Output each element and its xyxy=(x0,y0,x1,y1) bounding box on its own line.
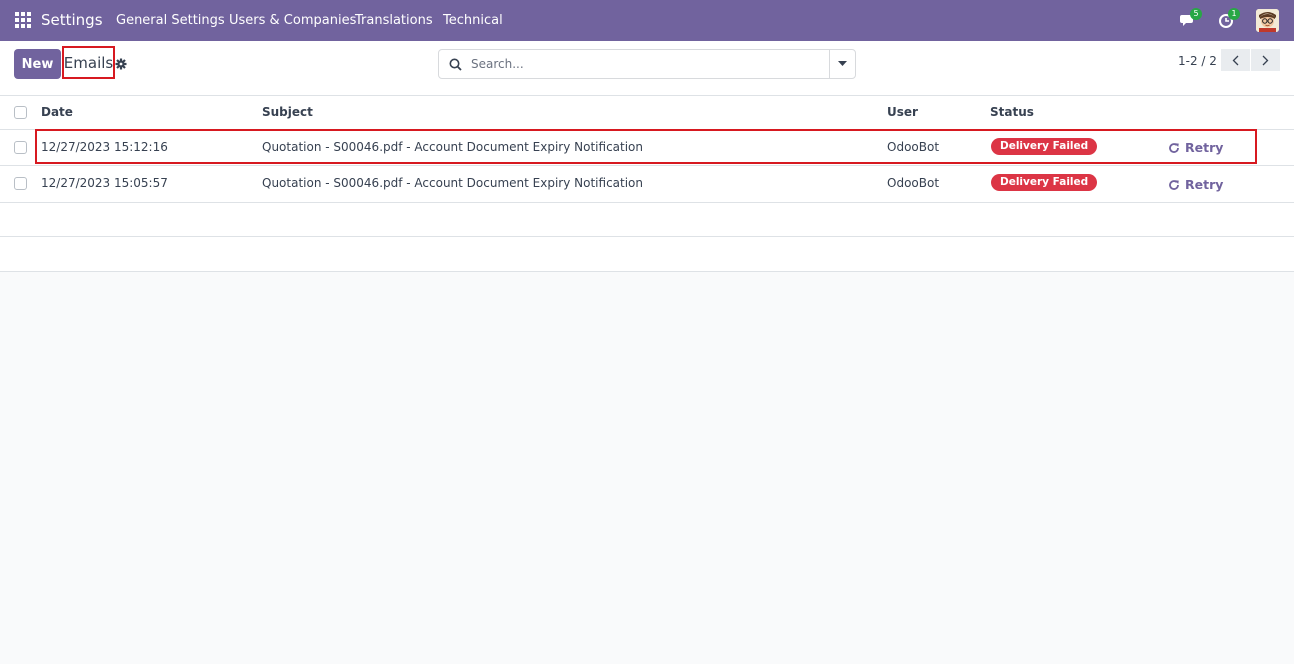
column-header-user[interactable]: User xyxy=(887,105,918,119)
apps-grid-icon[interactable] xyxy=(15,12,31,28)
search-bar xyxy=(438,49,830,79)
top-navbar: Settings General Settings Users & Compan… xyxy=(0,0,1294,41)
table-row[interactable]: 12/27/2023 15:12:16 Quotation - S00046.p… xyxy=(0,130,1294,166)
row-user: OdooBot xyxy=(887,176,940,190)
refresh-icon xyxy=(1169,179,1179,190)
empty-row xyxy=(0,237,1294,272)
retry-label: Retry xyxy=(1185,140,1224,155)
app-name[interactable]: Settings xyxy=(41,11,103,29)
search-icon xyxy=(449,58,462,71)
pager-value[interactable]: 1-2 / 2 xyxy=(1178,54,1217,68)
user-avatar[interactable] xyxy=(1256,9,1279,32)
gear-icon[interactable] xyxy=(115,58,127,70)
table-row[interactable]: 12/27/2023 15:05:57 Quotation - S00046.p… xyxy=(0,166,1294,203)
empty-row xyxy=(0,203,1294,237)
activities-button[interactable]: 1 xyxy=(1218,8,1240,29)
menu-users-companies[interactable]: Users & Companies xyxy=(229,13,356,28)
pager-next-button[interactable] xyxy=(1251,49,1280,71)
refresh-icon xyxy=(1169,142,1179,153)
row-subject: Quotation - S00046.pdf - Account Documen… xyxy=(262,176,644,190)
breadcrumb-emails: Emails xyxy=(62,46,115,79)
column-header-subject[interactable]: Subject xyxy=(262,105,313,119)
pager-previous-button[interactable] xyxy=(1221,49,1250,71)
list-header: Date Subject User Status xyxy=(0,96,1294,130)
chevron-right-icon xyxy=(1262,55,1269,65)
retry-label: Retry xyxy=(1185,177,1224,192)
caret-down-icon xyxy=(838,61,847,66)
retry-button[interactable]: Retry xyxy=(1168,177,1223,192)
avatar-face-icon xyxy=(1256,9,1279,32)
column-header-date[interactable]: Date xyxy=(41,105,73,119)
row-subject: Quotation - S00046.pdf - Account Documen… xyxy=(262,140,644,154)
messages-button[interactable]: 5 xyxy=(1180,8,1202,29)
status-badge: Delivery Failed xyxy=(991,174,1098,191)
column-header-status[interactable]: Status xyxy=(990,105,1034,119)
search-options-toggle[interactable] xyxy=(829,49,856,79)
activities-count-badge: 1 xyxy=(1228,8,1240,20)
row-date: 12/27/2023 15:05:57 xyxy=(41,176,168,190)
row-checkbox[interactable] xyxy=(14,141,27,154)
new-button[interactable]: New xyxy=(14,49,61,79)
messages-count-badge: 5 xyxy=(1190,8,1202,20)
retry-button[interactable]: Retry xyxy=(1168,140,1223,155)
menu-translations[interactable]: Translations xyxy=(355,13,433,28)
control-panel: New Emails 1-2 / 2 xyxy=(0,41,1294,96)
menu-general-settings[interactable]: General Settings xyxy=(116,13,225,28)
chevron-left-icon xyxy=(1232,55,1239,65)
row-date: 12/27/2023 15:12:16 xyxy=(41,140,168,154)
select-all-checkbox[interactable] xyxy=(14,106,27,119)
status-badge: Delivery Failed xyxy=(991,138,1098,155)
menu-technical[interactable]: Technical xyxy=(443,13,503,28)
search-input[interactable] xyxy=(471,56,811,72)
row-user: OdooBot xyxy=(887,140,940,154)
row-checkbox[interactable] xyxy=(14,177,27,190)
